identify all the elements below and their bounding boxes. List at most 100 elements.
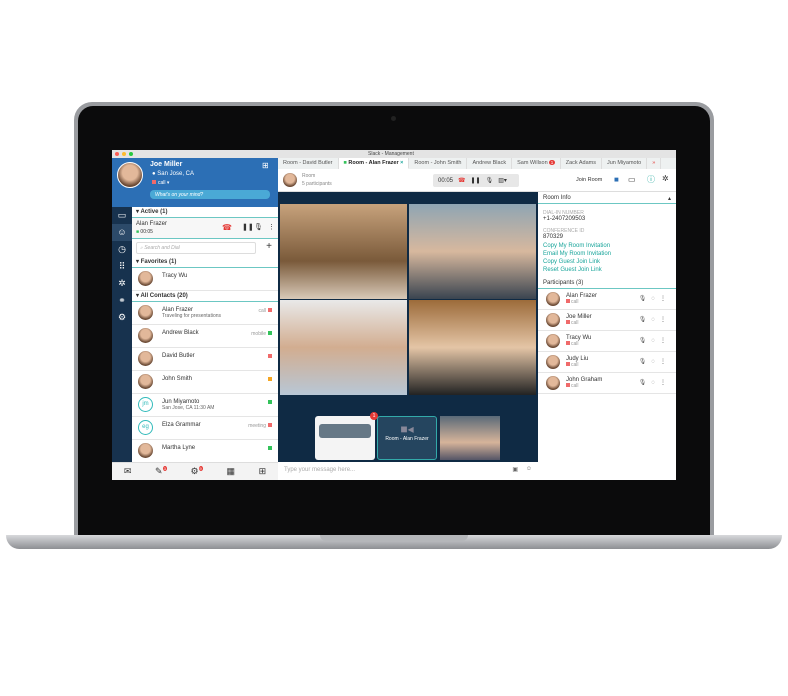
more-icon[interactable]: ⋮ <box>660 359 671 365</box>
info-icon[interactable]: ⓘ <box>647 174 655 185</box>
video-icon[interactable]: ■ <box>614 175 619 184</box>
video-tile[interactable] <box>280 204 407 299</box>
chat-icon[interactable]: ◌ <box>651 296 660 302</box>
contacts-header[interactable]: ▾ All Contacts (20) <box>132 291 278 302</box>
participant-row[interactable]: Joe Miller call 🎙◌⋮ <box>538 310 676 331</box>
room-info-link[interactable]: Email My Room Invitation <box>543 251 671 257</box>
active-call[interactable]: Alan Frazer ■ 00:05 ☎ ❚❚ 🎙 ⋮ <box>132 218 278 239</box>
tab-room[interactable]: Andrew Black <box>467 158 513 169</box>
chat-bubble-icon[interactable]: ✎3 <box>155 466 167 477</box>
message-input[interactable]: Type your message here... ▣ ☺ <box>278 462 538 480</box>
avatar: eg <box>138 420 153 435</box>
active-header[interactable]: ▾ Active (1) <box>132 207 278 218</box>
tab-bar: Room - David Butler ■ Room - Alan Frazer … <box>278 158 676 169</box>
video-tile[interactable] <box>409 204 536 299</box>
room-info-body: DIAL-IN NUMBER +1-2407209503 CONFERENCE … <box>538 210 676 273</box>
participant-actions: 🎙◌⋮ <box>639 316 671 323</box>
room-info-panel: Room Info ▴ DIAL-IN NUMBER +1-2407209503 … <box>538 192 676 480</box>
close-tab-icon[interactable]: × <box>400 160 403 166</box>
link-icon[interactable]: ⚭ <box>112 292 132 309</box>
hangup-icon[interactable]: ☎ <box>222 223 232 232</box>
voicemail-badge: 9 <box>198 466 203 471</box>
chat-icon[interactable]: ◌ <box>651 338 660 344</box>
calendar-icon[interactable]: ▦ <box>226 466 235 477</box>
list-item[interactable]: Andrew Black mobile <box>132 325 278 348</box>
screen-share-icon[interactable]: ▭ <box>628 175 636 184</box>
contacts-icon[interactable]: ☺ <box>112 224 132 241</box>
close-button[interactable] <box>115 152 119 156</box>
pause-icon[interactable]: ❚❚ <box>242 223 254 231</box>
presence <box>266 400 272 406</box>
collapse-icon[interactable]: ▴ <box>668 195 671 202</box>
tab-room[interactable]: Jun Miyamoto <box>602 158 648 169</box>
mute-icon[interactable]: 🎙 <box>639 317 652 323</box>
more-icon[interactable]: ⋮ <box>660 317 671 323</box>
chat-icon[interactable]: ◌ <box>651 359 660 365</box>
list-item[interactable]: Alan Frazer Traveling for presentations ca… <box>132 302 278 325</box>
tab-room[interactable]: Sam Willson 1 <box>512 158 561 169</box>
more-tabs-icon[interactable]: » <box>647 158 662 169</box>
list-item[interactable]: Martha Lyne <box>132 440 278 462</box>
participant-row[interactable]: Judy Liu call 🎙◌⋮ <box>538 352 676 373</box>
room-info-link[interactable]: Reset Guest Join Link <box>543 267 671 273</box>
maximize-button[interactable] <box>129 152 133 156</box>
status-selector[interactable]: call ▾ <box>152 180 169 186</box>
tab-room[interactable]: ■ Room - Alan Frazer × <box>338 158 410 169</box>
list-item[interactable]: jm Jun Miyamoto San Jose, CA 11:30 AM <box>132 394 278 417</box>
more-icon[interactable]: ⋮ <box>660 296 671 302</box>
video-tile[interactable] <box>280 300 407 395</box>
mute-icon[interactable]: 🎙 <box>639 338 652 344</box>
list-item[interactable]: David Butler <box>132 348 278 371</box>
pause-icon[interactable]: ❚❚ <box>471 177 481 184</box>
list-item[interactable]: John Smith <box>132 371 278 394</box>
mute-icon[interactable]: 🎙 <box>639 359 652 365</box>
grid-icon[interactable]: ⊞ <box>262 161 269 170</box>
list-item[interactable]: eg Elza Grammar meeting <box>132 417 278 440</box>
video-tile[interactable] <box>409 300 536 395</box>
chat-icon[interactable]: ▭ <box>112 207 132 224</box>
emoji-icon[interactable]: ☺ <box>526 466 532 472</box>
room-info-link[interactable]: Copy My Room Invitation <box>543 243 671 249</box>
avatar[interactable] <box>117 162 143 188</box>
more-icon[interactable]: ⋮ <box>660 380 671 386</box>
hangup-icon[interactable]: ☎ <box>458 177 465 184</box>
voicemail-icon[interactable]: ⚙9 <box>190 466 203 477</box>
tab-room[interactable]: Room - John Smith <box>409 158 468 169</box>
mute-icon[interactable]: 🎙 <box>639 380 652 386</box>
network-icon[interactable]: ✲ <box>662 174 669 183</box>
search-input[interactable]: ⌕ Search and Dial <box>136 242 256 254</box>
attach-icon[interactable]: ▣ <box>512 466 518 473</box>
participant-row[interactable]: Alan Frazer call 🎙◌⋮ <box>538 289 676 310</box>
more-icon[interactable]: ⋮ <box>268 223 275 231</box>
room-info-header[interactable]: Room Info ▴ <box>538 192 676 204</box>
room-thumbnail[interactable]: ■◂ Room - Alan Frazer <box>377 416 437 460</box>
more-icon[interactable]: ⋮ <box>660 338 671 344</box>
participant-row[interactable]: Tracy Wu call 🎙◌⋮ <box>538 331 676 352</box>
chat-thumbnail[interactable]: 1 <box>315 412 378 460</box>
minimize-button[interactable] <box>122 152 126 156</box>
room-label: Room <box>302 173 316 179</box>
layout-icon[interactable]: ▥▾ <box>498 177 507 184</box>
participant-row[interactable]: John Graham call 🎙◌⋮ <box>538 373 676 394</box>
self-view-thumbnail[interactable] <box>440 416 500 460</box>
favorites-header[interactable]: ▾ Favorites (1) <box>132 257 278 268</box>
mood-input[interactable]: What's on your mind? <box>150 190 270 199</box>
room-info-link[interactable]: Copy Guest Join Link <box>543 259 671 265</box>
chat-icon[interactable]: ◌ <box>651 380 660 386</box>
tab-room[interactable]: Zack Adams <box>561 158 602 169</box>
list-item[interactable]: Tracy Wu <box>132 268 278 291</box>
add-icon[interactable]: + <box>266 241 272 252</box>
apps-icon[interactable]: ⊞ <box>259 466 267 477</box>
dialpad-icon[interactable]: ⠿ <box>112 258 132 275</box>
network-icon[interactable]: ✲ <box>112 275 132 292</box>
status-text: call <box>158 180 166 186</box>
tab-room[interactable]: Room - David Butler <box>278 158 339 169</box>
mute-icon[interactable]: 🎙 <box>639 296 652 302</box>
mail-icon[interactable]: ✉ <box>124 466 132 477</box>
mute-icon[interactable]: 🎙 <box>486 177 494 184</box>
join-room-button[interactable]: Join Room <box>576 177 602 183</box>
mute-icon[interactable]: 🎙 <box>254 223 263 231</box>
chat-icon[interactable]: ◌ <box>651 317 660 323</box>
history-icon[interactable]: ◷ <box>112 241 132 258</box>
settings-icon[interactable]: ⚙ <box>112 309 132 326</box>
